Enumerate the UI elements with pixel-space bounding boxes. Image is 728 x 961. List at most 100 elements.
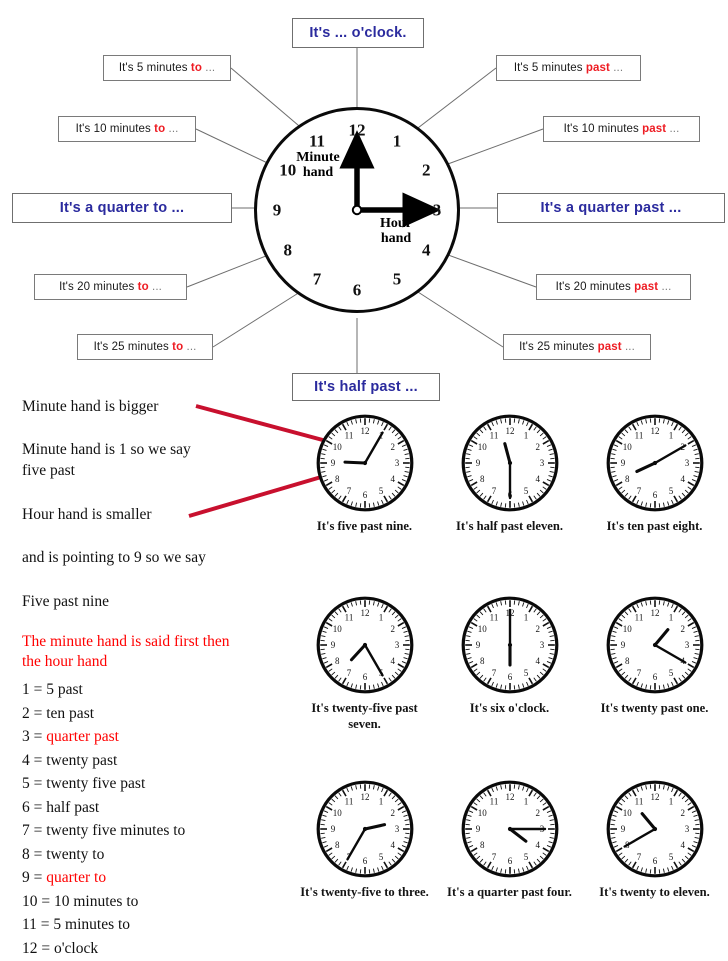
svg-text:7: 7 (491, 668, 496, 678)
minute-list-item-3: 3 = quarter past (22, 725, 185, 749)
minute-list-number: 3 = (22, 728, 46, 745)
main-clock-diagram: 121234567891011 Minute hand Hour hand (254, 107, 460, 313)
worksheet-page: It's ... o'clock. It's 5 minutes to ... … (0, 0, 728, 930)
minute-list-text: quarter to (46, 869, 106, 886)
callout-quarter-to: It's a quarter to ... (12, 193, 232, 223)
clock-grid-cell: 121234567891011It's a quarter past four. (437, 780, 582, 900)
small-clock-face: 121234567891011 (606, 780, 704, 878)
svg-text:10: 10 (622, 442, 632, 452)
svg-text:7: 7 (636, 668, 641, 678)
explanation-note-line-1: The minute hand is said first then (22, 632, 284, 652)
svg-text:5: 5 (668, 668, 673, 678)
svg-text:4: 4 (680, 474, 685, 484)
main-clock-numeral-1: 1 (393, 132, 402, 149)
minute-list-number: 9 = (22, 869, 46, 886)
svg-text:5: 5 (668, 486, 673, 496)
callout-25-minutes-to: It's 25 minutes to ... (77, 334, 213, 360)
small-clock: 121234567891011 (606, 414, 704, 512)
callout-25-minutes-past: It's 25 minutes past ... (503, 334, 651, 360)
svg-text:2: 2 (680, 624, 685, 634)
small-clock-face: 121234567891011 (316, 596, 414, 694)
small-clock-face: 121234567891011 (316, 414, 414, 512)
svg-text:5: 5 (523, 668, 528, 678)
svg-text:9: 9 (330, 824, 335, 834)
svg-text:1: 1 (378, 796, 383, 806)
minute-list-item-7: 7 = twenty five minutes to (22, 819, 185, 843)
minute-list-number: 6 = (22, 799, 46, 816)
svg-text:6: 6 (362, 672, 367, 682)
callout-25-minutes-past-text: It's 25 minutes past ... (519, 341, 635, 353)
minute-list-text: 5 minutes to (53, 916, 130, 933)
svg-text:2: 2 (535, 624, 540, 634)
svg-text:3: 3 (394, 458, 399, 468)
small-clock-face: 121234567891011 (461, 596, 559, 694)
svg-text:1: 1 (668, 613, 673, 623)
minute-list-item-10: 10 = 10 minutes to (22, 890, 185, 914)
svg-text:5: 5 (378, 852, 383, 862)
clock-caption: It's six o'clock. (470, 701, 549, 716)
svg-text:8: 8 (625, 474, 630, 484)
hour-hand-label: Hour hand (366, 217, 426, 246)
clock-grid-cell: 121234567891011It's twenty-five to three… (292, 780, 437, 900)
minute-list-item-6: 6 = half past (22, 796, 185, 820)
small-clock: 121234567891011 (316, 414, 414, 512)
minute-list-item-8: 8 = twenty to (22, 843, 185, 867)
clock-caption: It's twenty past one. (601, 701, 709, 716)
svg-text:2: 2 (535, 808, 540, 818)
svg-text:5: 5 (523, 852, 528, 862)
svg-text:9: 9 (620, 824, 625, 834)
minute-list-number: 1 = (22, 681, 46, 698)
callout-5-minutes-to: It's 5 minutes to ... (103, 55, 231, 81)
clock-caption: It's twenty to eleven. (599, 885, 710, 900)
minute-list-item-9: 9 = quarter to (22, 866, 185, 890)
minute-list-number: 12 = (22, 940, 54, 957)
svg-text:7: 7 (491, 486, 496, 496)
svg-text:3: 3 (394, 640, 399, 650)
svg-text:10: 10 (622, 624, 632, 634)
clock-grid-cell: 121234567891011It's five past nine. (292, 414, 437, 534)
small-clock: 121234567891011 (316, 780, 414, 878)
clock-grid-cell: 121234567891011It's twenty past one. (582, 596, 727, 732)
svg-text:3: 3 (394, 824, 399, 834)
svg-text:6: 6 (652, 672, 657, 682)
callout-10-minutes-to-text: It's 10 minutes to ... (76, 123, 179, 135)
minute-list-text: twenty past (46, 752, 117, 769)
minute-list-text: twenty to (46, 846, 104, 863)
svg-text:7: 7 (346, 668, 351, 678)
svg-text:9: 9 (330, 458, 335, 468)
clock-grid-cell: 121234567891011 It's twenty to eleven. (582, 780, 727, 900)
callout-quarter-past-label: It's a quarter past ... (540, 200, 681, 216)
svg-text:3: 3 (684, 458, 689, 468)
minute-list-number: 8 = (22, 846, 46, 863)
callout-quarter-to-label: It's a quarter to ... (60, 200, 184, 216)
main-clock-numeral-6: 6 (353, 282, 362, 299)
svg-text:2: 2 (390, 808, 395, 818)
clock-caption: It's twenty-five to three. (300, 885, 428, 900)
small-clock: 121234567891011 (461, 414, 559, 512)
explanation-note-line-2: the hour hand (22, 652, 284, 672)
svg-text:9: 9 (620, 640, 625, 650)
svg-text:9: 9 (330, 640, 335, 650)
minute-list-text: twenty five past (46, 775, 145, 792)
clock-caption: It's ten past eight. (607, 519, 703, 534)
explanation-line-1: Minute hand is bigger (22, 397, 272, 417)
clock-caption: It's twenty-five past seven. (299, 701, 431, 732)
minute-list-number: 10 = (22, 893, 54, 910)
svg-text:11: 11 (634, 613, 643, 623)
minute-list-text: 5 past (46, 681, 83, 698)
minute-list-item-11: 11 = 5 minutes to (22, 913, 185, 937)
clock-grid-cell: 121234567891011It's ten past eight. (582, 414, 727, 534)
small-clock: 121234567891011 (316, 596, 414, 694)
svg-text:5: 5 (523, 486, 528, 496)
hour-hand-label-l2: hand (366, 232, 426, 247)
small-clock: 121234567891011 (461, 596, 559, 694)
main-clock-numeral-11: 11 (309, 132, 325, 149)
callout-20-minutes-to: It's 20 minutes to ... (34, 274, 187, 300)
svg-text:12: 12 (505, 792, 514, 802)
callout-20-minutes-to-text: It's 20 minutes to ... (59, 281, 162, 293)
minute-list-number: 2 = (22, 705, 46, 722)
svg-text:10: 10 (477, 442, 487, 452)
svg-text:4: 4 (390, 656, 395, 666)
minute-list-number: 11 = (22, 916, 53, 933)
clock-grid-row: 121234567891011 It's twenty-five past sev… (292, 596, 728, 732)
